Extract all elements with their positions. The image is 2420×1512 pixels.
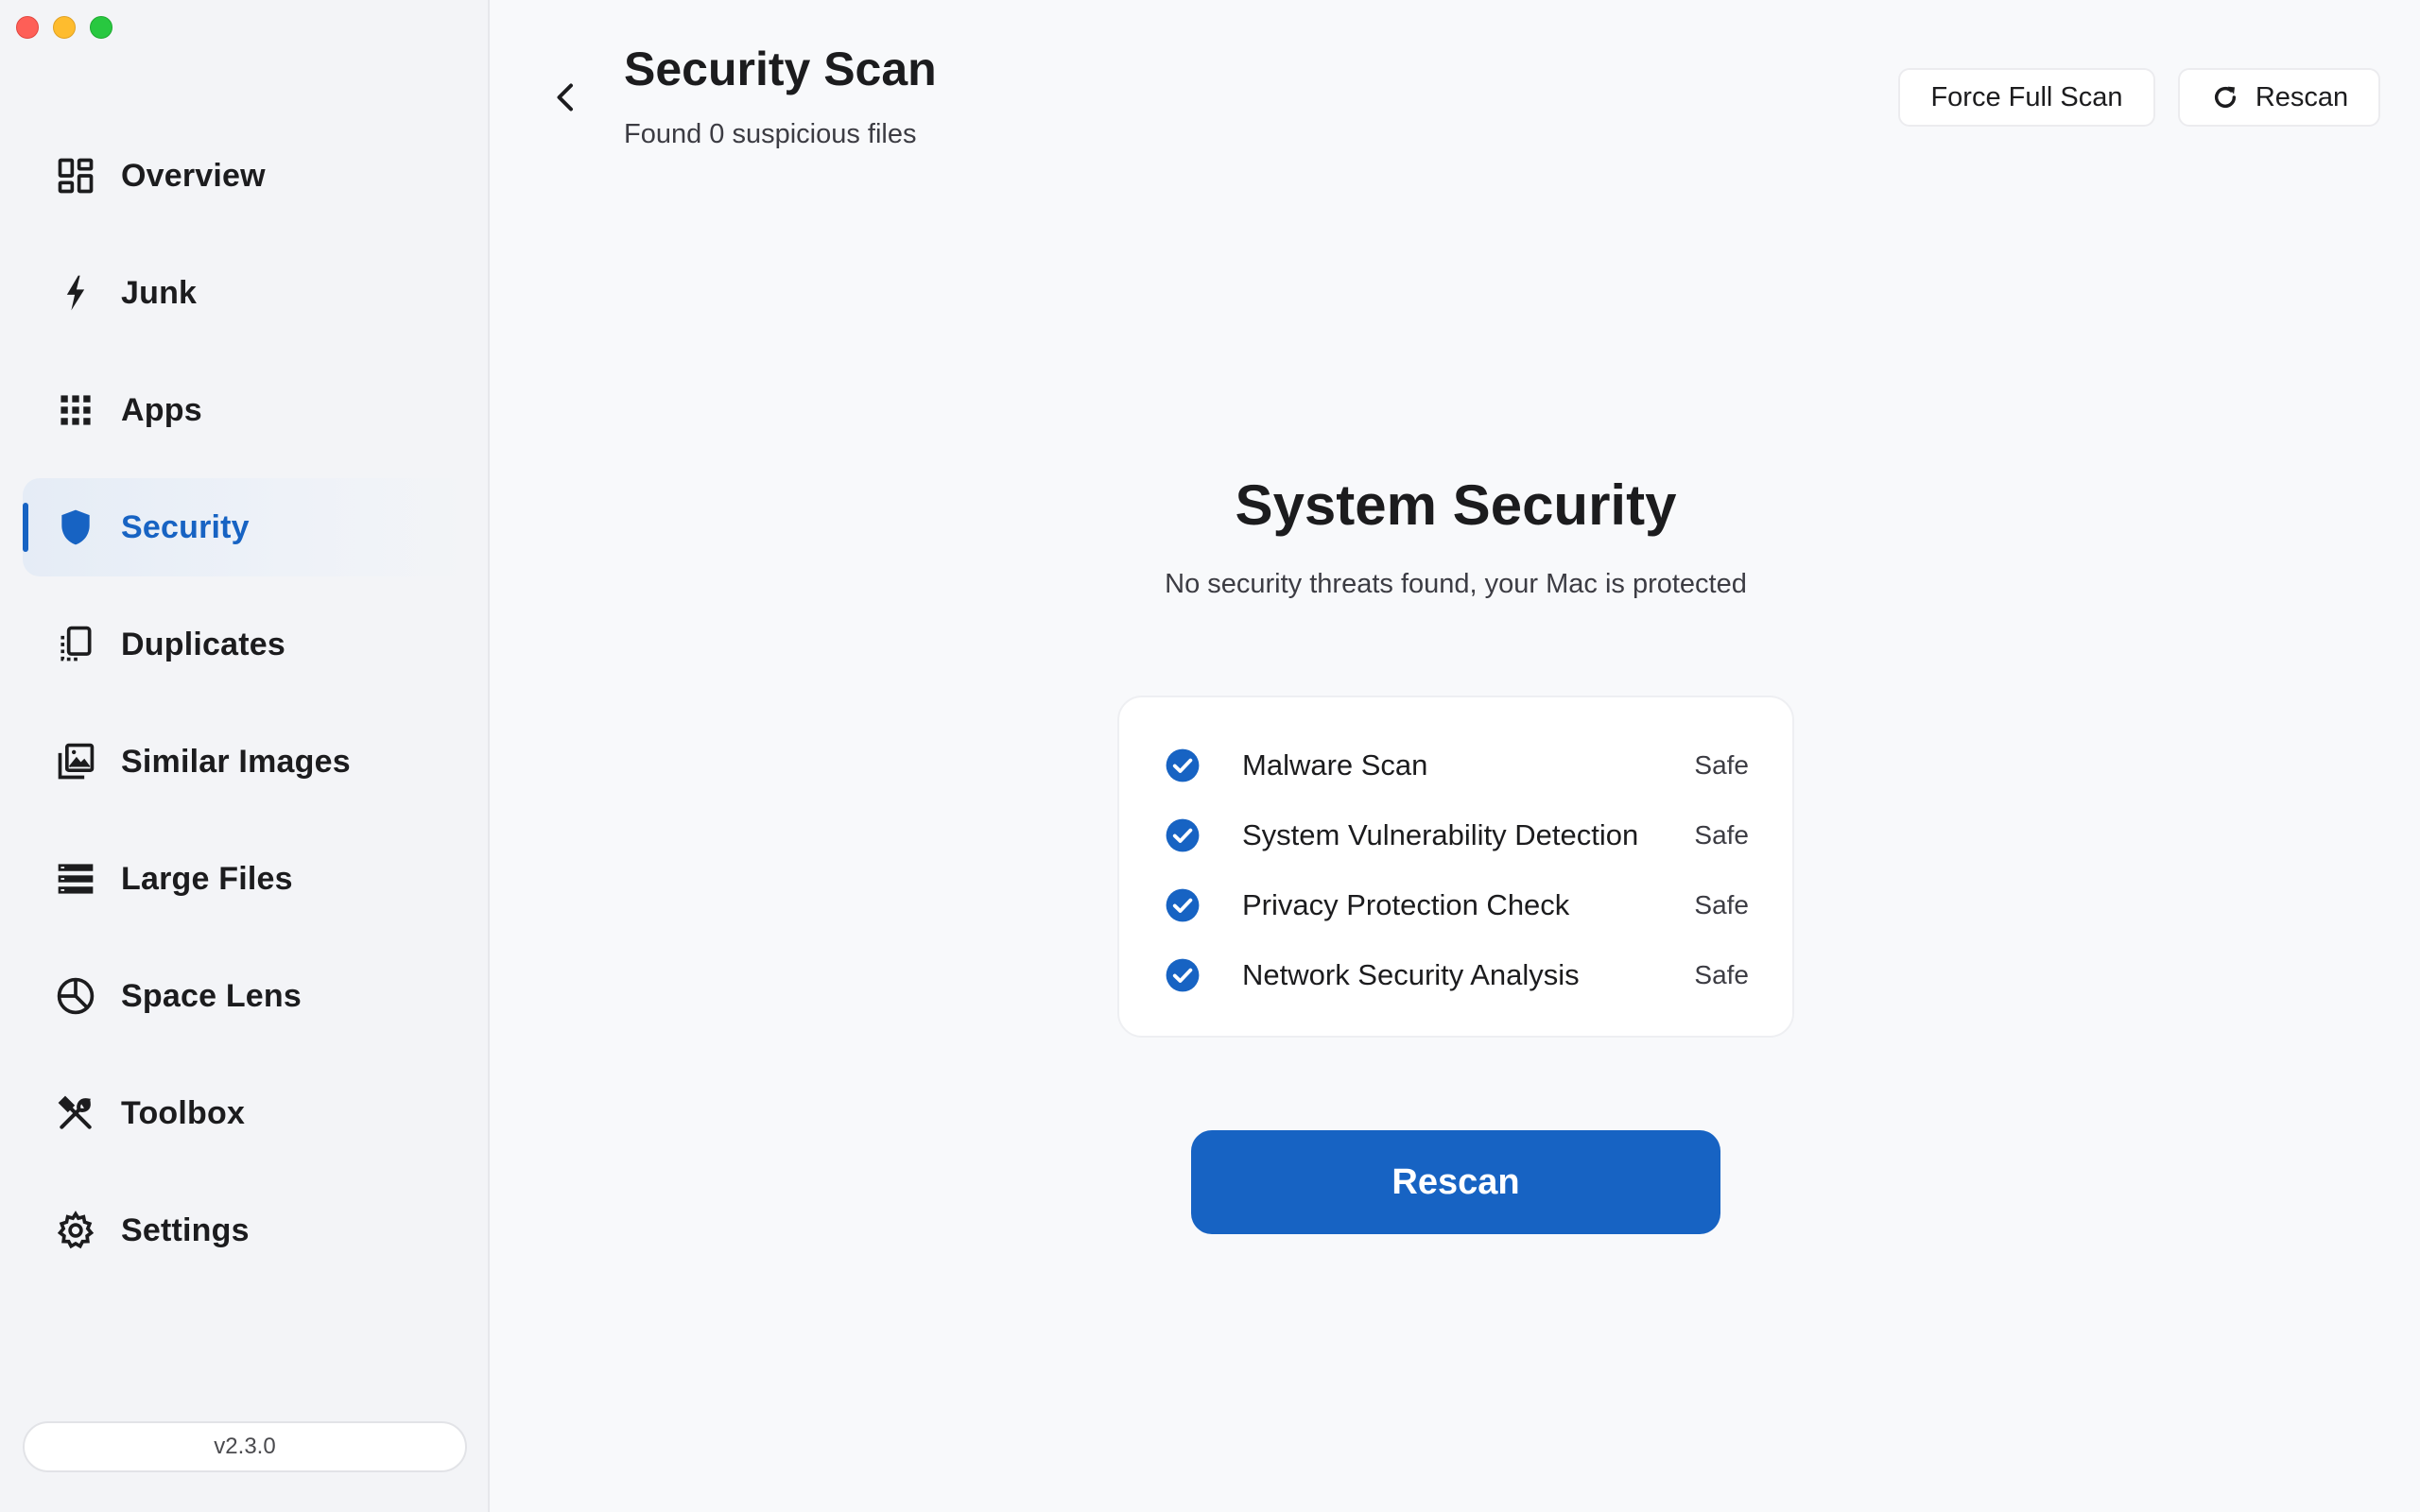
window-controls: [16, 16, 112, 39]
rescan-button[interactable]: Rescan: [1191, 1130, 1720, 1234]
page-subtitle: Found 0 suspicious files: [624, 119, 917, 149]
shield-icon: [55, 507, 96, 548]
large-files-icon: [55, 858, 96, 900]
sidebar-item-apps[interactable]: Apps: [23, 361, 467, 459]
check-status: Safe: [1694, 750, 1749, 780]
duplicates-icon: [55, 624, 96, 665]
version-badge: v2.3.0: [23, 1421, 467, 1472]
sidebar-item-label: Apps: [121, 391, 202, 428]
check-status: Safe: [1694, 890, 1749, 919]
gear-icon: [55, 1210, 96, 1251]
sidebar-item-large-files[interactable]: Large Files: [23, 830, 467, 928]
check-label: Network Security Analysis: [1242, 958, 1580, 991]
check-status: Safe: [1694, 960, 1749, 989]
main-content: Security Scan Found 0 suspicious files F…: [492, 0, 2420, 1512]
sidebar-item-settings[interactable]: Settings: [23, 1181, 467, 1280]
minimize-window-button[interactable]: [53, 16, 76, 39]
check-label: Malware Scan: [1242, 748, 1428, 782]
security-checks-card: Malware Scan Safe System Vulnerability D…: [1117, 696, 1794, 1038]
sidebar-item-junk[interactable]: Junk: [23, 244, 467, 342]
tools-icon: [55, 1092, 96, 1134]
close-window-button[interactable]: [16, 16, 39, 39]
rescan-top-label: Rescan: [2255, 81, 2349, 112]
force-full-scan-button[interactable]: Force Full Scan: [1898, 68, 2155, 127]
check-label: Privacy Protection Check: [1242, 888, 1570, 921]
sidebar-item-security[interactable]: Security: [23, 478, 467, 576]
check-circle-icon: [1166, 818, 1200, 852]
pie-chart-icon: [55, 975, 96, 1017]
app-window: Overview Junk Apps Security Duplicates S…: [0, 0, 2420, 1512]
sidebar-item-label: Duplicates: [121, 626, 285, 662]
rescan-top-button[interactable]: Rescan: [2178, 68, 2380, 127]
chevron-left-icon: [557, 83, 573, 112]
sidebar-item-label: Space Lens: [121, 977, 302, 1014]
sidebar-item-label: Security: [121, 508, 250, 545]
refresh-icon: [2210, 82, 2240, 112]
system-security-title: System Security: [1235, 473, 1677, 537]
sidebar-item-label: Toolbox: [121, 1094, 246, 1131]
check-row-privacy: Privacy Protection Check Safe: [1119, 877, 1792, 934]
apps-grid-icon: [55, 389, 96, 431]
back-button[interactable]: [543, 74, 590, 121]
system-security-subtitle: No security threats found, your Mac is p…: [1165, 569, 1747, 599]
bolt-icon: [55, 272, 96, 314]
check-row-malware: Malware Scan Safe: [1119, 737, 1792, 794]
check-circle-icon: [1166, 748, 1200, 782]
sidebar-item-duplicates[interactable]: Duplicates: [23, 595, 467, 694]
check-status: Safe: [1694, 820, 1749, 850]
sidebar-item-label: Similar Images: [121, 743, 351, 780]
sidebar-item-overview[interactable]: Overview: [23, 127, 467, 225]
maximize-window-button[interactable]: [90, 16, 112, 39]
sidebar-item-space-lens[interactable]: Space Lens: [23, 947, 467, 1045]
overview-icon: [55, 155, 96, 197]
image-stack-icon: [55, 741, 96, 782]
check-circle-icon: [1166, 958, 1200, 992]
check-circle-icon: [1166, 888, 1200, 922]
sidebar-item-label: Overview: [121, 157, 266, 194]
sidebar-item-label: Settings: [121, 1211, 250, 1248]
force-full-scan-label: Force Full Scan: [1930, 81, 2123, 112]
sidebar-item-similar-images[interactable]: Similar Images: [23, 713, 467, 811]
check-row-network: Network Security Analysis Safe: [1119, 947, 1792, 1004]
sidebar-item-toolbox[interactable]: Toolbox: [23, 1064, 467, 1162]
sidebar-item-label: Large Files: [121, 860, 293, 897]
page-title: Security Scan: [624, 43, 937, 95]
check-row-vulnerability: System Vulnerability Detection Safe: [1119, 807, 1792, 864]
check-label: System Vulnerability Detection: [1242, 818, 1639, 851]
sidebar: Overview Junk Apps Security Duplicates S…: [0, 0, 490, 1512]
sidebar-item-label: Junk: [121, 274, 198, 311]
